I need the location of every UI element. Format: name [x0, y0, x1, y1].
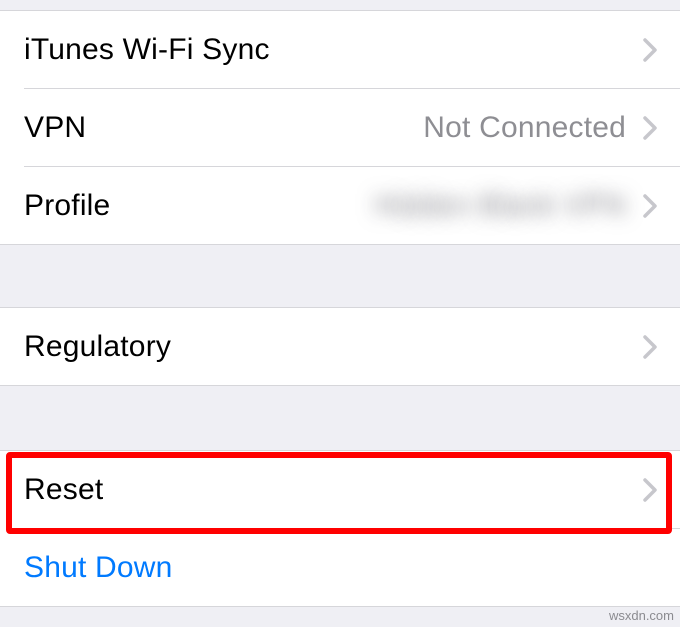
row-label: Profile: [24, 189, 110, 223]
settings-group-1: iTunes Wi-Fi Sync VPN Not Connected Prof…: [0, 10, 680, 245]
row-profile[interactable]: Profile Hidden Blank VPN: [0, 167, 680, 244]
row-label: Regulatory: [24, 330, 171, 364]
chevron-right-icon: [642, 477, 658, 503]
row-regulatory[interactable]: Regulatory: [0, 308, 680, 385]
row-label: Shut Down: [24, 551, 173, 585]
chevron-right-icon: [642, 193, 658, 219]
settings-group-3: Reset Shut Down: [0, 450, 680, 607]
row-label: Reset: [24, 473, 103, 507]
spacer: [0, 0, 680, 10]
row-itunes-wifi-sync[interactable]: iTunes Wi-Fi Sync: [0, 11, 680, 88]
watermark: wsxdn.com: [609, 608, 674, 623]
row-value: Not Connected: [423, 111, 626, 145]
row-value-redacted: Hidden Blank VPN: [374, 189, 626, 223]
row-reset[interactable]: Reset: [0, 451, 680, 528]
chevron-right-icon: [642, 334, 658, 360]
row-label: VPN: [24, 111, 86, 145]
chevron-right-icon: [642, 37, 658, 63]
group-spacer: [0, 386, 680, 450]
chevron-right-icon: [642, 115, 658, 141]
row-shut-down[interactable]: Shut Down: [0, 529, 680, 606]
row-vpn[interactable]: VPN Not Connected: [0, 89, 680, 166]
settings-group-2: Regulatory: [0, 307, 680, 386]
group-spacer: [0, 245, 680, 307]
row-label: iTunes Wi-Fi Sync: [24, 33, 270, 67]
